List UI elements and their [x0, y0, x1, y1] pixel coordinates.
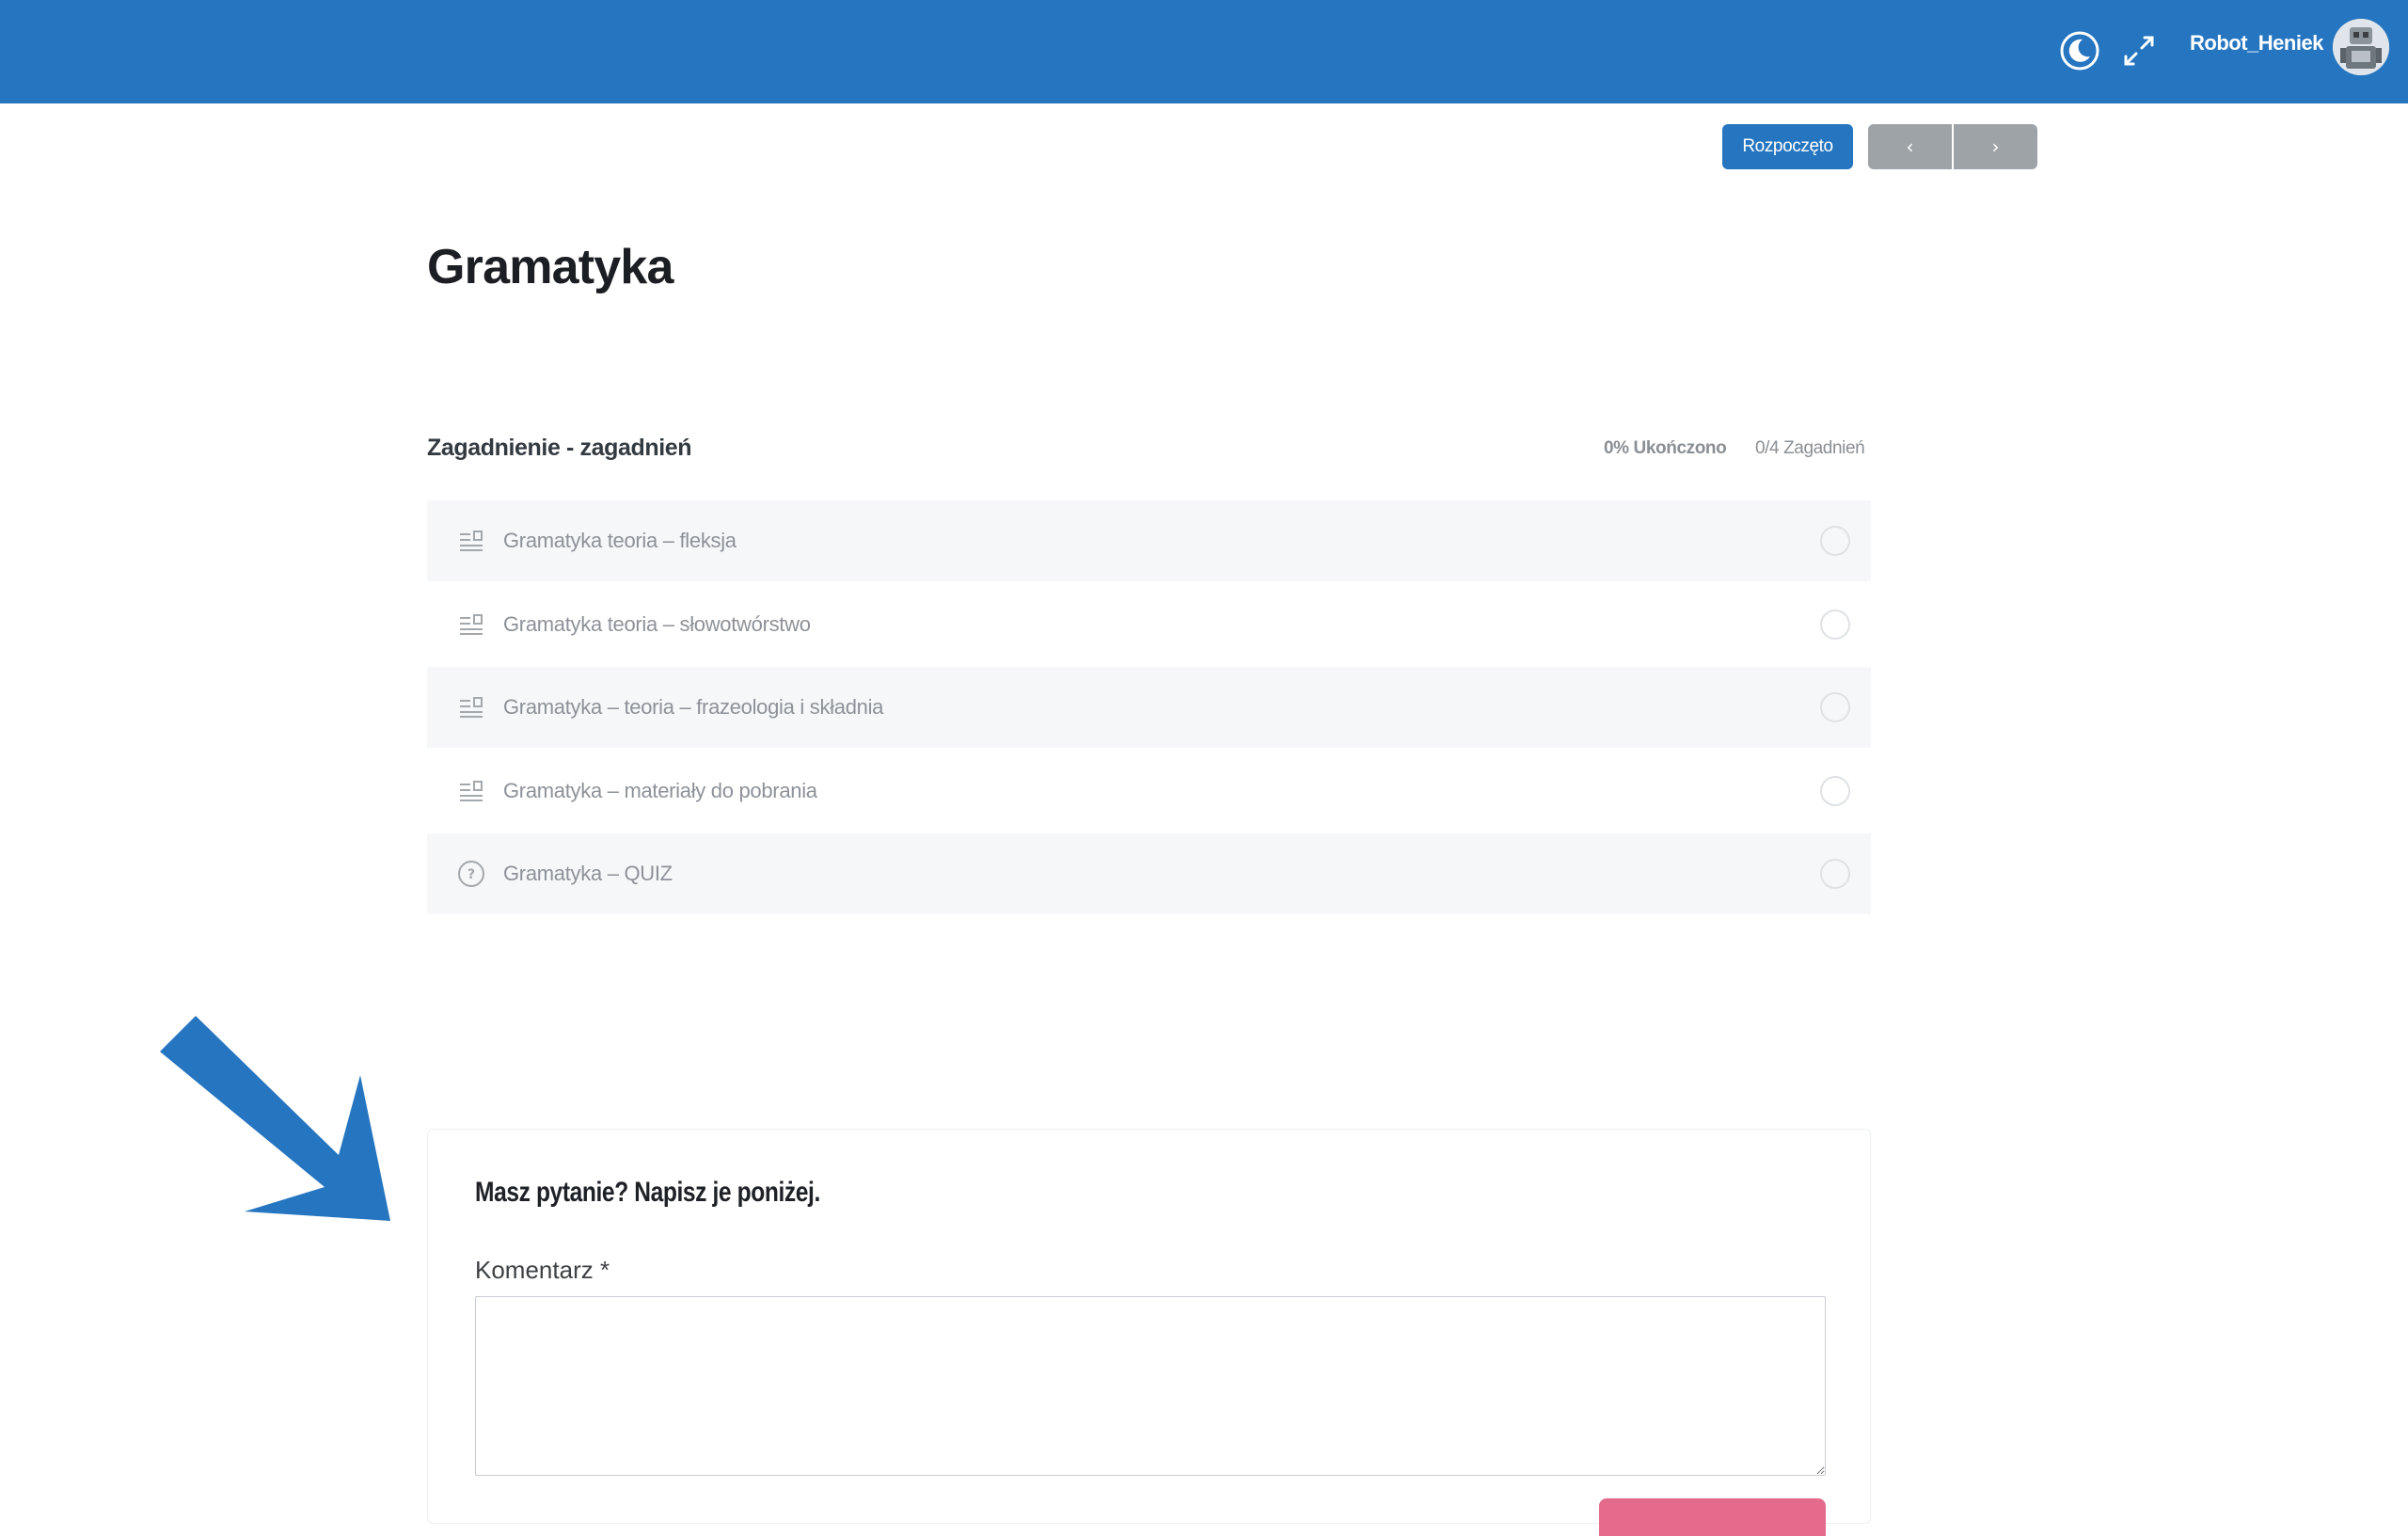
previous-lesson-button[interactable]: ‹	[1868, 124, 1952, 169]
question-circle-icon: ?	[457, 860, 485, 888]
progress-complete: 0% Ukończono	[1604, 438, 1727, 458]
top-bar: Robot_Heniek	[0, 0, 2408, 103]
comment-heading: Masz pytanie? Napisz je poniżej.	[475, 1177, 820, 1208]
avatar[interactable]	[2333, 19, 2389, 75]
arrow-annotation-icon	[160, 1016, 390, 1221]
submit-comment-button[interactable]	[1599, 1498, 1826, 1536]
topic-status-circle	[1820, 526, 1850, 556]
text-lines-icon	[457, 527, 485, 555]
topic-item[interactable]: ? Gramatyka – QUIZ	[427, 833, 1871, 914]
progress-count: 0/4 Zagadnień	[1755, 438, 1865, 458]
comment-textarea[interactable]	[475, 1296, 1826, 1476]
topic-status-circle	[1820, 692, 1850, 722]
topic-label: Gramatyka teoria – fleksja	[503, 529, 737, 552]
svg-text:?: ?	[467, 867, 475, 882]
page-title: Gramatyka	[427, 240, 673, 294]
topic-label: Gramatyka – QUIZ	[503, 862, 673, 885]
topic-item[interactable]: Gramatyka teoria – słowotwórstwo	[427, 583, 1871, 665]
moon-icon[interactable]	[2053, 24, 2106, 77]
next-lesson-button[interactable]: ›	[1954, 124, 2037, 169]
text-lines-icon	[457, 693, 485, 721]
comment-label: Komentarz *	[475, 1256, 610, 1284]
expand-icon[interactable]	[2113, 24, 2165, 77]
text-lines-icon	[457, 777, 485, 805]
topic-status-circle	[1820, 775, 1850, 806]
text-lines-icon	[457, 610, 485, 639]
topic-status-circle	[1820, 609, 1850, 640]
topic-list: Gramatyka teoria – fleksja Gramatyka teo…	[427, 500, 1871, 917]
topic-item[interactable]: Gramatyka teoria – fleksja	[427, 500, 1871, 581]
topic-status-circle	[1820, 859, 1850, 889]
username[interactable]: Robot_Heniek	[2190, 31, 2323, 55]
topic-item[interactable]: Gramatyka – teoria – frazeologia i skład…	[427, 667, 1871, 748]
started-status-button[interactable]: Rozpoczęto	[1722, 124, 1853, 169]
topic-item[interactable]: Gramatyka – materiały do pobrania	[427, 750, 1871, 831]
topic-label: Gramatyka – materiały do pobrania	[503, 778, 817, 802]
robot-avatar-icon	[2333, 19, 2389, 75]
topic-label: Gramatyka teoria – słowotwórstwo	[503, 611, 811, 636]
topics-section-title: Zagadnienie - zagadnień	[427, 435, 692, 461]
comment-section: Masz pytanie? Napisz je poniżej. Komenta…	[427, 1129, 1871, 1536]
topic-label: Gramatyka – teoria – frazeologia i skład…	[503, 695, 884, 719]
